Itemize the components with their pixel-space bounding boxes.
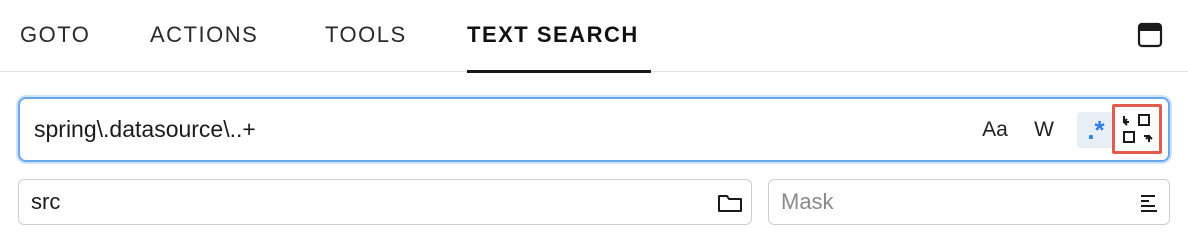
filter-lines-icon[interactable] [1135, 189, 1163, 217]
path-field [18, 179, 752, 225]
mask-input[interactable] [781, 180, 1111, 224]
folder-icon[interactable] [716, 189, 744, 217]
match-case-toggle[interactable]: Aa [976, 112, 1014, 148]
search-field: Aa W .* [18, 97, 1170, 162]
tab-bar: GOTO ACTIONS TOOLS TEXT SEARCH [0, 0, 1188, 73]
tab-text-search[interactable]: TEXT SEARCH [467, 0, 651, 73]
replace-toggle-button[interactable] [1112, 104, 1162, 154]
regex-toggle[interactable]: .* [1077, 112, 1115, 148]
tab-tools[interactable]: TOOLS [325, 0, 407, 72]
search-input[interactable] [34, 99, 934, 160]
panel-layout-icon[interactable] [1137, 22, 1163, 48]
path-input[interactable] [31, 180, 691, 224]
whole-word-toggle[interactable]: W [1028, 112, 1060, 148]
mask-field [768, 179, 1170, 225]
tab-goto[interactable]: GOTO [20, 0, 90, 72]
replace-icon [1122, 114, 1153, 143]
tab-actions[interactable]: ACTIONS [150, 0, 258, 72]
